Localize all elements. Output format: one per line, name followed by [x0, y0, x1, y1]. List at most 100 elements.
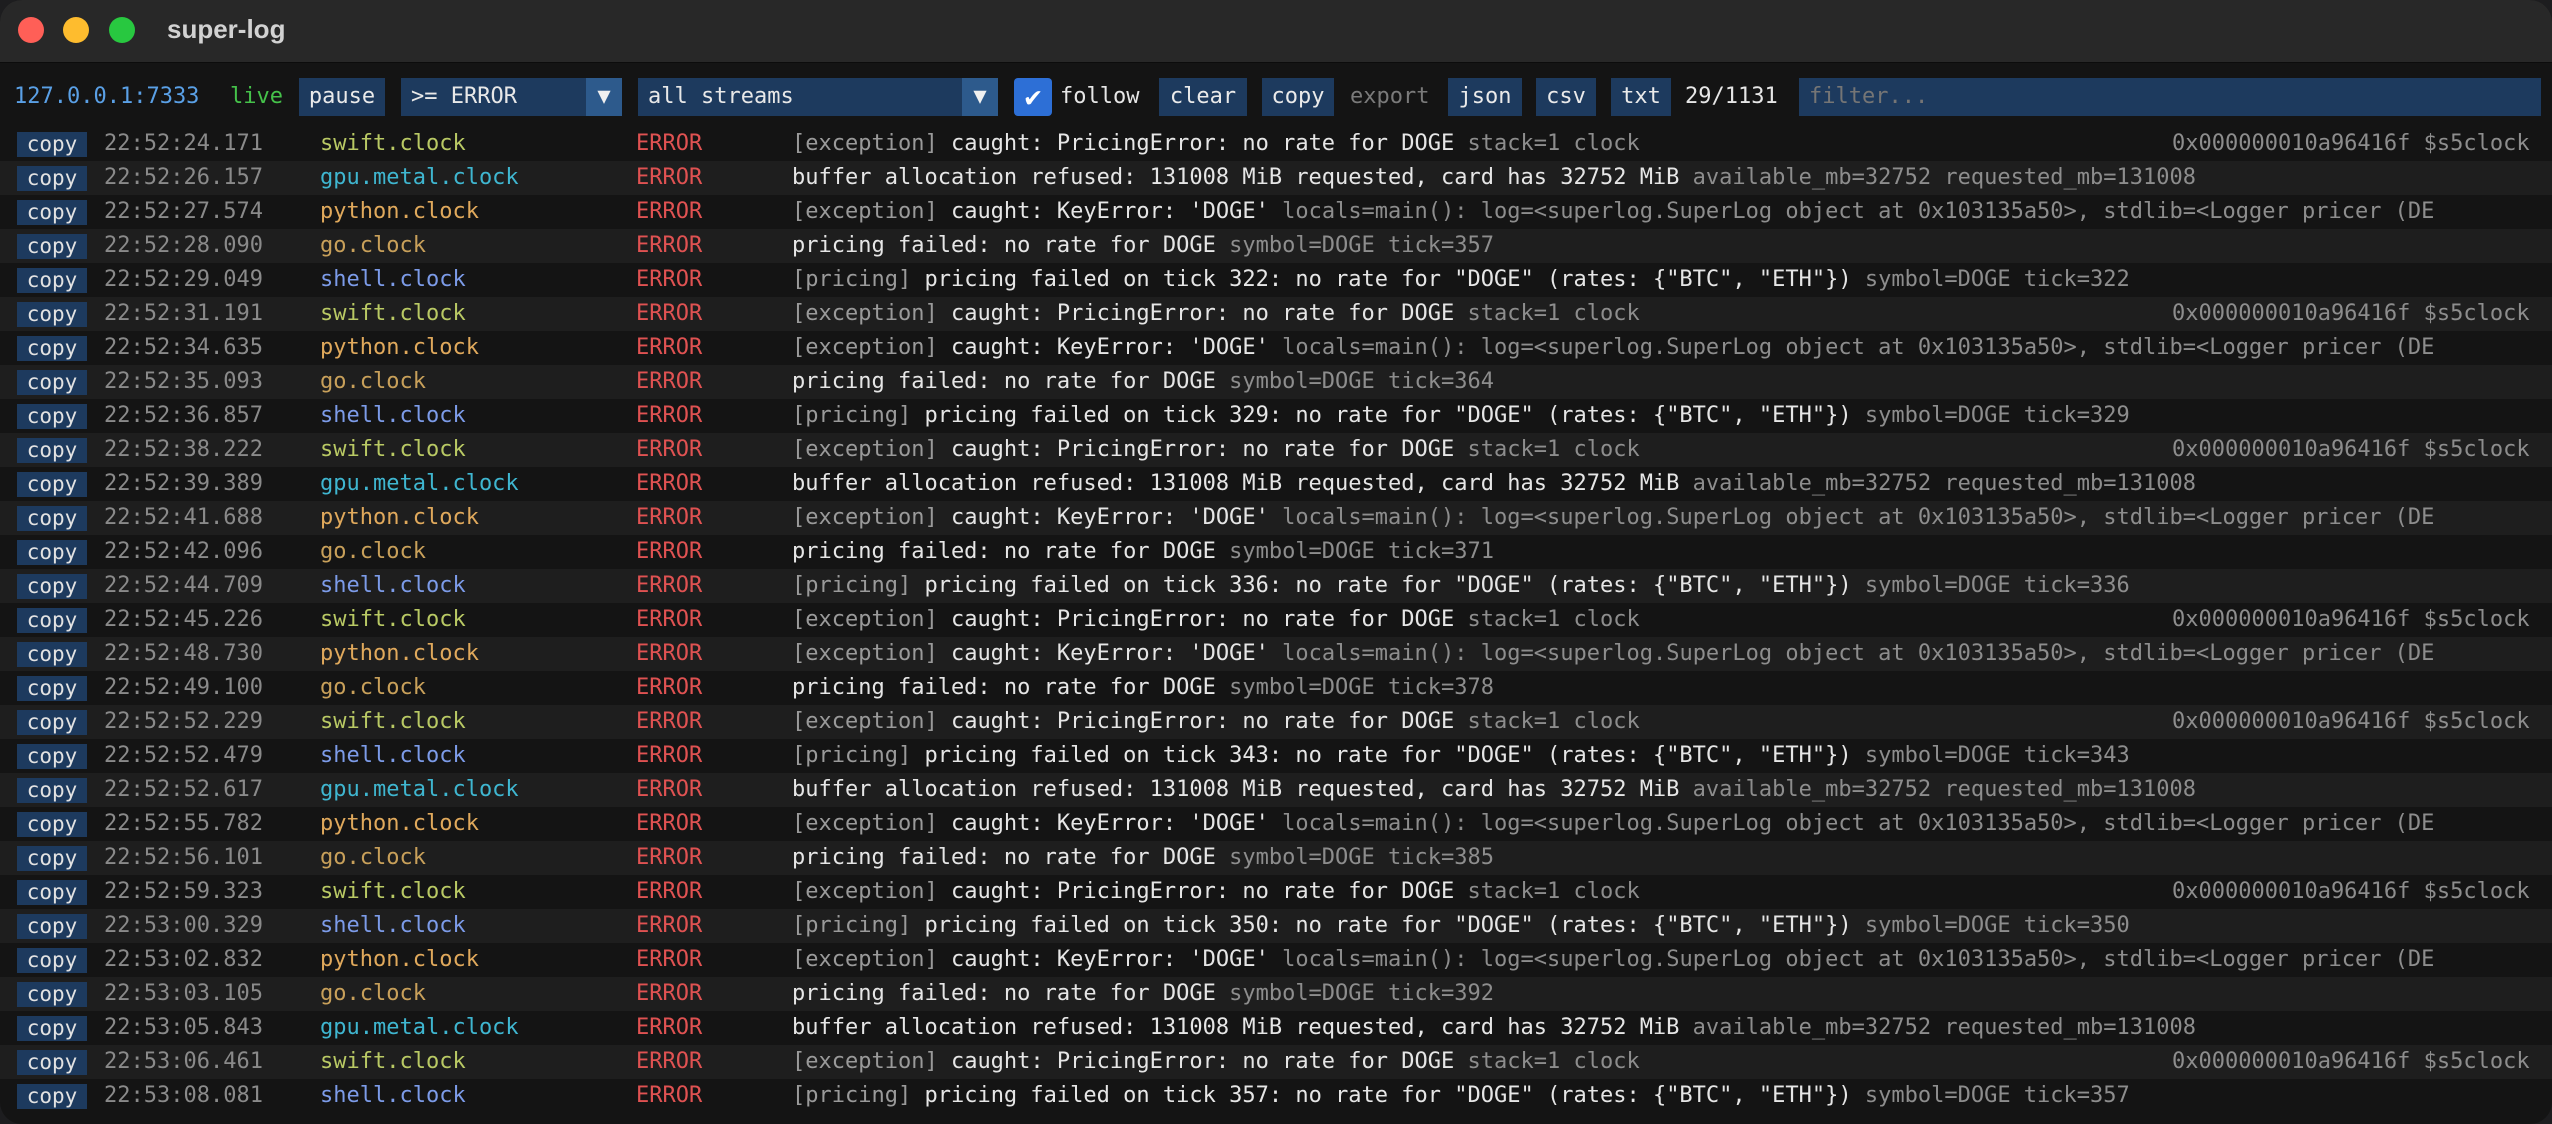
- copy-row-button[interactable]: copy: [17, 132, 87, 157]
- log-message: [exception] caught: KeyError: 'DOGE' loc…: [792, 501, 2434, 535]
- zoom-window-button[interactable]: [109, 17, 135, 43]
- export-txt-button[interactable]: txt: [1611, 78, 1671, 116]
- pause-button[interactable]: pause: [299, 78, 385, 116]
- log-meta: stack=1 clock: [1454, 301, 1640, 326]
- stream-name: python.clock: [320, 505, 479, 530]
- message-text: caught: KeyError: 'DOGE': [937, 947, 1269, 972]
- log-meta: locals=main(): log=<superlog.SuperLog ob…: [1268, 947, 2435, 972]
- copy-row-button[interactable]: copy: [17, 472, 87, 497]
- title-bar: super-log: [0, 0, 2552, 63]
- log-message: [exception] caught: KeyError: 'DOGE' loc…: [792, 195, 2434, 229]
- log-row: copy 22:53:05.843 gpu.metal.clock ERROR buff…: [0, 1011, 2552, 1045]
- stream-name: python.clock: [320, 199, 479, 224]
- level-badge: ERROR: [636, 539, 703, 564]
- level-badge: ERROR: [636, 233, 703, 258]
- copy-row-button[interactable]: copy: [17, 642, 87, 667]
- log-row: copy 22:52:55.782 python.clock ERROR [except…: [0, 807, 2552, 841]
- copy-row-button[interactable]: copy: [17, 506, 87, 531]
- log-row: copy 22:52:34.635 python.clock ERROR [except…: [0, 331, 2552, 365]
- log-row: copy 22:53:03.105 go.clock ERROR pricing fai…: [0, 977, 2552, 1011]
- timestamp: 22:52:36.857: [104, 403, 263, 428]
- follow-checkbox[interactable]: ✔: [1014, 78, 1052, 116]
- level-badge: ERROR: [636, 777, 703, 802]
- log-row: copy 22:52:52.229 swift.clock ERROR [excepti…: [0, 705, 2552, 739]
- message-text: buffer allocation refused: 131008 MiB re…: [792, 777, 1680, 802]
- message-text: caught: KeyError: 'DOGE': [937, 811, 1269, 836]
- clear-button[interactable]: clear: [1159, 78, 1247, 116]
- copy-row-button[interactable]: copy: [17, 574, 87, 599]
- log-meta: stack=1 clock: [1454, 709, 1640, 734]
- filter-input[interactable]: [1799, 78, 2541, 116]
- copy-row-button[interactable]: copy: [17, 812, 87, 837]
- copy-row-button[interactable]: copy: [17, 914, 87, 939]
- copy-row-button[interactable]: copy: [17, 778, 87, 803]
- message-text: caught: PricingError: no rate for DOGE: [937, 607, 1455, 632]
- message-text: caught: KeyError: 'DOGE': [937, 641, 1269, 666]
- copy-row-button[interactable]: copy: [17, 166, 87, 191]
- export-json-button[interactable]: json: [1448, 78, 1522, 116]
- copy-row-button[interactable]: copy: [17, 302, 87, 327]
- log-row: copy 22:52:38.222 swift.clock ERROR [excepti…: [0, 433, 2552, 467]
- app-window: super-log 127.0.0.1:7333 live pause >= E…: [0, 0, 2552, 1124]
- copy-row-button[interactable]: copy: [17, 744, 87, 769]
- copy-row-button[interactable]: copy: [17, 1050, 87, 1075]
- level-select[interactable]: >= ERROR ▼: [401, 78, 622, 116]
- level-badge: ERROR: [636, 165, 703, 190]
- copy-row-button[interactable]: copy: [17, 608, 87, 633]
- message-text: caught: PricingError: no rate for DOGE: [937, 879, 1455, 904]
- log-meta: available_mb=32752 requested_mb=131008: [1679, 165, 2196, 190]
- chevron-down-icon: ▼: [962, 78, 998, 116]
- copy-row-button[interactable]: copy: [17, 1084, 87, 1109]
- copy-row-button[interactable]: copy: [17, 370, 87, 395]
- log-meta: symbol=DOGE tick=343: [1851, 743, 2130, 768]
- minimize-window-button[interactable]: [63, 17, 89, 43]
- log-tag: [pricing]: [792, 1083, 912, 1108]
- timestamp: 22:52:52.617: [104, 777, 263, 802]
- message-text: caught: KeyError: 'DOGE': [937, 335, 1269, 360]
- message-text: pricing failed on tick 350: no rate for …: [911, 913, 1852, 938]
- copy-row-button[interactable]: copy: [17, 982, 87, 1007]
- stream-name: swift.clock: [320, 437, 466, 462]
- copy-row-button[interactable]: copy: [17, 676, 87, 701]
- copy-row-button[interactable]: copy: [17, 880, 87, 905]
- stack-address: 0x000000010a96416f $s5clock: [2172, 131, 2530, 156]
- copy-all-button[interactable]: copy: [1262, 78, 1334, 116]
- stream-name: python.clock: [320, 811, 479, 836]
- stream-name: gpu.metal.clock: [320, 471, 519, 496]
- log-tag: [exception]: [792, 879, 938, 904]
- copy-row-button[interactable]: copy: [17, 948, 87, 973]
- log-row: copy 22:52:39.389 gpu.metal.clock ERROR buff…: [0, 467, 2552, 501]
- log-message: [exception] caught: PricingError: no rat…: [792, 1045, 1640, 1079]
- message-text: pricing failed: no rate for DOGE: [792, 233, 1216, 258]
- log-meta: stack=1 clock: [1454, 879, 1640, 904]
- message-text: pricing failed on tick 343: no rate for …: [911, 743, 1852, 768]
- copy-row-button[interactable]: copy: [17, 200, 87, 225]
- close-window-button[interactable]: [18, 17, 44, 43]
- timestamp: 22:52:48.730: [104, 641, 263, 666]
- timestamp: 22:52:52.479: [104, 743, 263, 768]
- copy-row-button[interactable]: copy: [17, 846, 87, 871]
- log-message: [pricing] pricing failed on tick 329: no…: [792, 399, 2130, 433]
- copy-row-button[interactable]: copy: [17, 540, 87, 565]
- copy-row-button[interactable]: copy: [17, 438, 87, 463]
- level-badge: ERROR: [636, 641, 703, 666]
- copy-row-button[interactable]: copy: [17, 404, 87, 429]
- log-tag: [exception]: [792, 301, 938, 326]
- level-badge: ERROR: [636, 199, 703, 224]
- stream-name: gpu.metal.clock: [320, 777, 519, 802]
- copy-row-button[interactable]: copy: [17, 1016, 87, 1041]
- copy-row-button[interactable]: copy: [17, 336, 87, 361]
- stream-name: shell.clock: [320, 573, 466, 598]
- timestamp: 22:52:55.782: [104, 811, 263, 836]
- log-tag: [pricing]: [792, 573, 912, 598]
- level-badge: ERROR: [636, 607, 703, 632]
- app-title: super-log: [167, 14, 286, 44]
- stream-select[interactable]: all streams ▼: [638, 78, 998, 116]
- copy-row-button[interactable]: copy: [17, 268, 87, 293]
- copy-row-button[interactable]: copy: [17, 710, 87, 735]
- export-csv-button[interactable]: csv: [1536, 78, 1596, 116]
- message-text: pricing failed on tick 322: no rate for …: [911, 267, 1852, 292]
- log-tag: [exception]: [792, 709, 938, 734]
- log-row: copy 22:52:31.191 swift.clock ERROR [excepti…: [0, 297, 2552, 331]
- copy-row-button[interactable]: copy: [17, 234, 87, 259]
